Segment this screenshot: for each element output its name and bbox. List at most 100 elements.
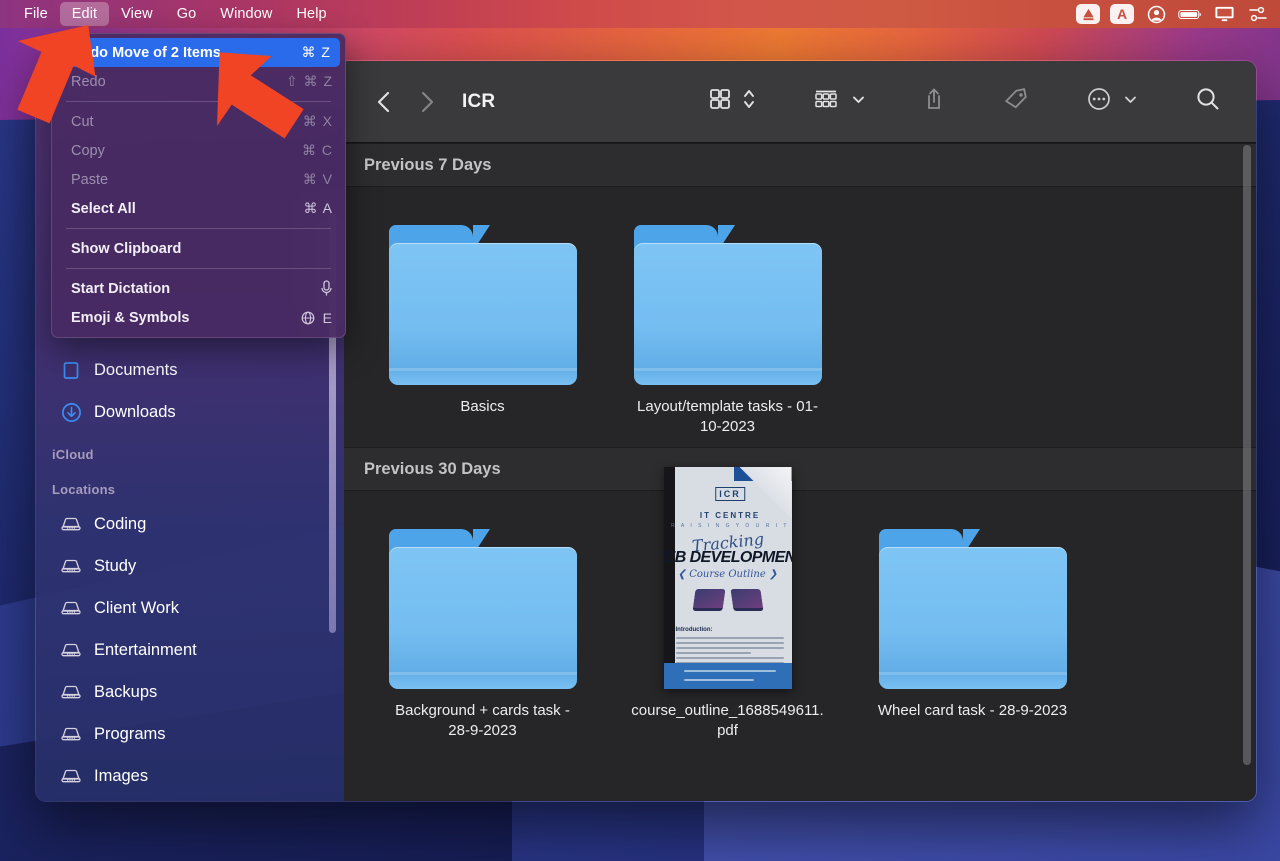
globe-shortcut: E: [301, 310, 333, 326]
file-item-label: Background + cards task - 28-9-2023: [383, 701, 583, 741]
tag-icon: [1003, 88, 1029, 115]
menu-separator: [66, 228, 331, 229]
sidebar-item-entertainment[interactable]: Entertainment: [44, 629, 336, 671]
file-item-label: Wheel card task - 28-9-2023: [873, 701, 1073, 721]
menubar-window[interactable]: Window: [208, 2, 284, 26]
annotation-arrow-edit-menu: [0, 18, 122, 148]
battery-icon[interactable]: [1178, 4, 1202, 24]
folder-icon: [389, 225, 577, 385]
file-item[interactable]: Basics: [360, 201, 605, 437]
menubar-status-items: A: [1076, 4, 1280, 24]
folder-thumbnail-wrap: [389, 517, 577, 689]
user-account-icon[interactable]: [1144, 4, 1168, 24]
drive-icon: [60, 513, 82, 535]
pdf-thumbnail: ICRIT CENTRER A I S I N G Y O U R I TTra…: [664, 467, 792, 689]
control-center-icon[interactable]: [1246, 4, 1270, 24]
annotation-arrow-undo-item: [200, 48, 350, 178]
chevron-down-icon[interactable]: [852, 93, 865, 111]
sidebar-item-programs[interactable]: Programs: [44, 713, 336, 755]
more-actions-button[interactable]: [1080, 85, 1144, 119]
search-button[interactable]: [1188, 85, 1228, 119]
drive-icon: [60, 639, 82, 661]
sidebar-item-images[interactable]: Images: [44, 755, 336, 797]
sidebar-item-label: Images: [94, 767, 148, 786]
file-item[interactable]: Wheel card task - 28-9-2023: [850, 505, 1095, 741]
dropbox-status-icon[interactable]: [1076, 4, 1100, 24]
folder-thumbnail-wrap: [879, 517, 1067, 689]
drive-icon: [60, 555, 82, 577]
sidebar-item-downloads[interactable]: Downloads: [44, 391, 336, 433]
sidebar-item-label: Coding: [94, 515, 146, 534]
menu-item-shortcut: ⌘ A: [304, 200, 333, 217]
file-item[interactable]: Layout/template tasks - 01-10-2023: [605, 201, 850, 437]
folder-thumbnail-wrap: [389, 213, 577, 385]
menu-item-select-all[interactable]: Select All⌘ A: [52, 194, 345, 223]
macos-menubar: FileEditViewGoWindowHelp A: [0, 0, 1280, 28]
share-icon: [923, 87, 945, 116]
search-icon: [1195, 86, 1221, 117]
tag-button[interactable]: [996, 85, 1036, 119]
drive-icon: [60, 597, 82, 619]
file-item[interactable]: ICRIT CENTRER A I S I N G Y O U R I TTra…: [605, 505, 850, 741]
menu-item-show-clipboard[interactable]: Show Clipboard: [52, 234, 345, 263]
microphone-icon: [320, 280, 333, 297]
forward-button[interactable]: [414, 87, 440, 117]
content-scrollbar[interactable]: [1243, 145, 1251, 765]
group-list-icon: [813, 88, 839, 115]
sidebar-item-documents[interactable]: Documents: [44, 349, 336, 391]
downloads-icon: [60, 401, 82, 423]
menu-separator: [66, 268, 331, 269]
menu-item-label: Select All: [71, 201, 304, 217]
chevron-updown-icon[interactable]: [743, 88, 755, 115]
file-item-label: Basics: [383, 397, 583, 417]
folder-thumbnail-wrap: [634, 213, 822, 385]
folder-icon: [879, 529, 1067, 689]
menu-item-label: Start Dictation: [71, 281, 320, 297]
sidebar-item-client-work[interactable]: Client Work: [44, 587, 336, 629]
back-button[interactable]: [370, 87, 396, 117]
chevron-down-icon[interactable]: [1124, 93, 1137, 111]
sidebar-group-title: iCloud: [36, 433, 344, 468]
folder-icon: [389, 529, 577, 689]
sidebar-item-label: Documents: [94, 361, 177, 380]
sidebar-item-google-drive[interactable]: Google Drive: [44, 797, 336, 801]
ellipsis-circle-icon: [1087, 87, 1111, 116]
section-header: Previous 7 Days: [344, 143, 1256, 187]
menubar-go[interactable]: Go: [165, 2, 209, 26]
sidebar-item-label: Study: [94, 557, 136, 576]
sidebar-item-backups[interactable]: Backups: [44, 671, 336, 713]
sidebar-item-label: Client Work: [94, 599, 179, 618]
file-grid: Basics Layout/template tasks - 01-10-2023: [344, 187, 1256, 447]
menu-item-emoji-symbols[interactable]: Emoji & SymbolsE: [52, 303, 345, 332]
menu-item-label: Emoji & Symbols: [71, 310, 301, 326]
share-button[interactable]: [916, 85, 952, 119]
finder-content: ICR: [344, 61, 1256, 801]
view-icon-grid-button[interactable]: [702, 85, 762, 119]
screen-mirroring-icon[interactable]: [1212, 4, 1236, 24]
finder-path-title: ICR: [462, 91, 495, 113]
icon-view-icon: [709, 88, 731, 115]
sidebar-item-label: Entertainment: [94, 641, 197, 660]
drive-icon: [60, 681, 82, 703]
sidebar-group-title: Locations: [36, 468, 344, 503]
file-item-label: Layout/template tasks - 01-10-2023: [628, 397, 828, 437]
sidebar-item-coding[interactable]: Coding: [44, 503, 336, 545]
file-grid: Background + cards task - 28-9-2023 ICRIT…: [344, 491, 1256, 751]
sidebar-item-study[interactable]: Study: [44, 545, 336, 587]
folder-icon: [634, 225, 822, 385]
finder-toolbar: ICR: [344, 61, 1256, 143]
menu-item-start-dictation[interactable]: Start Dictation: [52, 274, 345, 303]
drive-icon: [60, 765, 82, 787]
text-input-source-icon[interactable]: A: [1110, 4, 1134, 24]
file-item[interactable]: Background + cards task - 28-9-2023: [360, 505, 605, 741]
menubar-help[interactable]: Help: [284, 2, 338, 26]
group-by-button[interactable]: [806, 85, 872, 119]
documents-folder-icon: [60, 359, 82, 381]
sidebar-item-label: Programs: [94, 725, 166, 744]
sidebar-item-label: Backups: [94, 683, 157, 702]
pdf-thumbnail-wrap: ICRIT CENTRER A I S I N G Y O U R I TTra…: [664, 517, 792, 689]
file-item-label: course_outline_1688549611.pdf: [628, 701, 828, 741]
section-header: Previous 30 Days: [344, 447, 1256, 491]
menu-item-label: Show Clipboard: [71, 241, 333, 257]
sidebar-item-label: Downloads: [94, 403, 176, 422]
